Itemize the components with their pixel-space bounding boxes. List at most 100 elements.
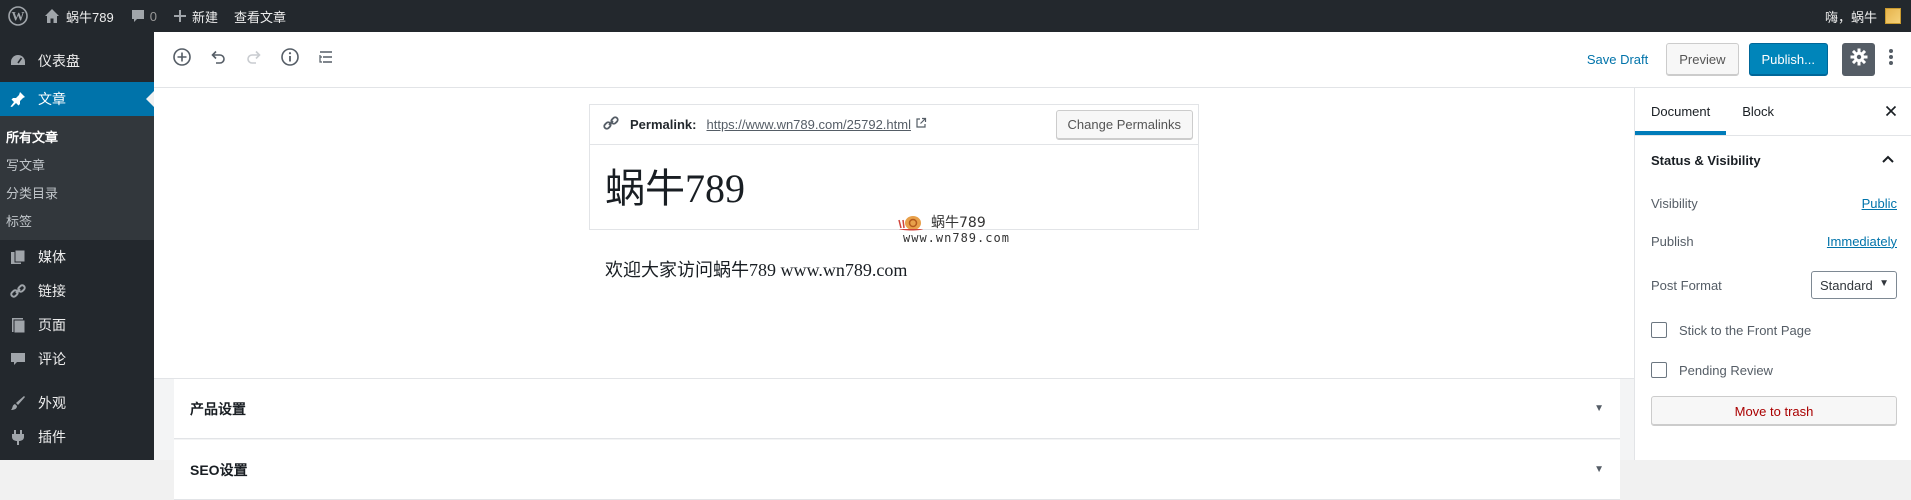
external-link-icon (915, 117, 927, 132)
close-sidebar-button[interactable] (1881, 102, 1901, 122)
avatar (1885, 8, 1901, 24)
vertical-ellipsis-icon (1888, 47, 1894, 72)
preview-button[interactable]: Preview (1666, 43, 1739, 76)
editor-content: Permalink: https://www.wn789.com/25792.h… (154, 88, 1634, 500)
plugin-icon (8, 427, 28, 447)
submenu-categories[interactable]: 分类目录 (0, 178, 154, 206)
pending-review-checkbox[interactable] (1651, 362, 1667, 378)
site-name: 蜗牛789 (66, 9, 114, 25)
new-content-link[interactable]: 新建 (165, 0, 226, 32)
meta-boxes: 产品设置 ▼ SEO设置 ▼ (154, 378, 1634, 500)
menu-item-label: 文章 (38, 91, 66, 107)
menu-item-appearance[interactable]: 外观 (0, 386, 154, 420)
brush-icon (8, 393, 28, 413)
tab-block[interactable]: Block (1726, 88, 1790, 135)
change-permalinks-button[interactable]: Change Permalinks (1055, 109, 1193, 140)
page-icon (8, 315, 28, 335)
link-icon (8, 281, 28, 301)
menu-item-label: 媒体 (38, 249, 66, 265)
meta-box-seo-settings[interactable]: SEO设置 ▼ (174, 440, 1620, 500)
post-format-value: Standard (1820, 277, 1873, 293)
more-tools-button[interactable] (1879, 42, 1903, 78)
visibility-row: Visibility Public (1635, 184, 1911, 222)
meta-box-title: 产品设置 (190, 400, 246, 417)
publish-label: Publish (1651, 233, 1694, 249)
plus-icon (173, 9, 187, 23)
visibility-toggle[interactable]: Public (1862, 196, 1897, 211)
panel-title: Status & Visibility (1651, 152, 1761, 168)
comment-count: 0 (149, 8, 157, 24)
post-format-select[interactable]: Standard ▼ (1811, 271, 1897, 299)
menu-item-label: 评论 (38, 351, 66, 367)
block-navigation-button[interactable] (308, 42, 344, 78)
watermark: 蜗牛789 www.wn789.com (897, 210, 1017, 248)
menu-item-links[interactable]: 链接 (0, 274, 154, 308)
stick-to-front-row: Stick to the Front Page (1635, 310, 1911, 350)
undo-icon (208, 47, 228, 72)
admin-bar: W 蜗牛789 0 新建 查看文章 嗨，蜗牛 (0, 0, 1911, 32)
menu-item-label: 链接 (38, 283, 66, 299)
move-to-trash-button[interactable]: Move to trash (1651, 396, 1897, 426)
pending-review-label[interactable]: Pending Review (1679, 363, 1773, 378)
new-label: 新建 (191, 9, 218, 25)
site-name-link[interactable]: 蜗牛789 (36, 0, 122, 32)
menu-item-media[interactable]: 媒体 (0, 240, 154, 274)
chevron-up-icon (1881, 152, 1895, 169)
submenu-all-posts[interactable]: 所有文章 (0, 122, 154, 150)
post-area: Permalink: https://www.wn789.com/25792.h… (154, 88, 1634, 376)
menu-item-dashboard[interactable]: 仪表盘 (0, 44, 154, 78)
submenu-tags[interactable]: 标签 (0, 206, 154, 234)
stick-to-front-label[interactable]: Stick to the Front Page (1679, 323, 1811, 338)
publish-button[interactable]: Publish... (1748, 43, 1828, 76)
publish-date-toggle[interactable]: Immediately (1827, 234, 1897, 249)
greeting: 嗨，蜗牛 (1824, 9, 1877, 25)
settings-sidebar: Document Block Status & Visibility Visib… (1634, 88, 1911, 460)
menu-item-plugins[interactable]: 插件 (0, 420, 154, 454)
wordpress-logo-icon[interactable]: W (0, 0, 36, 32)
my-account-menu[interactable]: 嗨，蜗牛 (1817, 0, 1911, 32)
stick-to-front-checkbox[interactable] (1651, 322, 1667, 338)
pin-icon (8, 89, 28, 109)
pending-review-row: Pending Review (1635, 350, 1911, 390)
plus-circle-icon (172, 47, 192, 72)
tab-document[interactable]: Document (1635, 88, 1727, 135)
info-icon (280, 47, 300, 72)
post-title-input[interactable]: 蜗牛789 (590, 145, 1198, 211)
menu-item-label: 仪表盘 (38, 53, 80, 69)
permalink-bar: Permalink: https://www.wn789.com/25792.h… (590, 105, 1198, 145)
admin-sidebar: 仪表盘 文章 所有文章 写文章 分类目录 标签 媒体 链接 页面 评论 外观 插… (0, 32, 154, 460)
save-draft-button[interactable]: Save Draft (1575, 52, 1660, 67)
menu-item-comments[interactable]: 评论 (0, 342, 154, 376)
submenu-write-post[interactable]: 写文章 (0, 150, 154, 178)
redo-button[interactable] (236, 42, 272, 78)
add-block-button[interactable] (164, 42, 200, 78)
settings-toggle-button[interactable] (1842, 43, 1875, 76)
visibility-label: Visibility (1651, 195, 1698, 211)
dropdown-arrow-icon: ▼ (1879, 278, 1889, 289)
comments-link[interactable]: 0 (122, 0, 165, 32)
permalink-label: Permalink: (630, 117, 697, 132)
meta-box-title: SEO设置 (190, 461, 248, 478)
content-info-button[interactable] (272, 42, 308, 78)
watermark-url: www.wn789.com (903, 231, 1010, 245)
meta-box-product-settings[interactable]: 产品设置 ▼ (174, 379, 1620, 439)
home-icon (44, 8, 60, 24)
comment-icon (8, 349, 28, 369)
caret-down-icon: ▼ (1594, 403, 1604, 414)
status-visibility-panel-toggle[interactable]: Status & Visibility (1635, 136, 1911, 184)
publish-row: Publish Immediately (1635, 222, 1911, 260)
watermark-text: 蜗牛789 (931, 215, 986, 231)
dashboard-icon (8, 51, 28, 71)
menu-item-posts[interactable]: 文章 (0, 82, 154, 116)
title-block: Permalink: https://www.wn789.com/25792.h… (589, 104, 1199, 230)
caret-down-icon: ▼ (1594, 464, 1604, 475)
comment-bubble-icon (130, 8, 146, 24)
menu-item-label: 插件 (38, 429, 66, 445)
view-post-link[interactable]: 查看文章 (226, 0, 294, 32)
permalink-url-link[interactable]: https://www.wn789.com/25792.html (706, 117, 911, 132)
paragraph-block[interactable]: 欢迎大家访问蜗牛789 www.wn789.com (605, 256, 907, 282)
svg-text:W: W (12, 9, 25, 24)
media-icon (8, 247, 28, 267)
menu-item-pages[interactable]: 页面 (0, 308, 154, 342)
undo-button[interactable] (200, 42, 236, 78)
